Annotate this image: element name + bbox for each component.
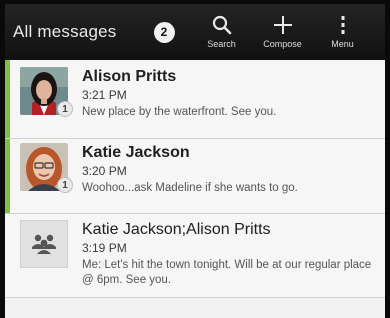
- message-time: 3:19 PM: [82, 241, 127, 255]
- compose-button[interactable]: Compose: [251, 15, 315, 50]
- message-count-badge: 1: [57, 101, 73, 117]
- message-snippet: Woohoo...ask Madeline if she wants to go…: [82, 182, 298, 194]
- contact-name: Alison Pritts: [82, 68, 177, 85]
- menu-button[interactable]: Menu: [321, 15, 365, 50]
- overflow-menu-icon: [341, 15, 344, 34]
- search-label: Search: [207, 38, 236, 49]
- message-snippet: Me: Let's hit the town tonight. Will be …: [82, 259, 372, 286]
- search-icon: [212, 15, 231, 34]
- messages-screen: All messages 2 Search Compose Menu 1 Ali…: [0, 0, 390, 318]
- avatar[interactable]: [20, 220, 68, 268]
- search-button[interactable]: Search: [197, 15, 247, 50]
- contact-name: Katie Jackson;Alison Pritts: [82, 221, 271, 238]
- plus-icon: [273, 15, 292, 34]
- contact-name: Katie Jackson: [82, 144, 190, 161]
- screen-title[interactable]: All messages: [13, 22, 117, 42]
- unread-indicator: [5, 139, 10, 213]
- message-list: 1 Alison Pritts 3:21 PM New place by the…: [5, 60, 385, 298]
- message-count-badge: 1: [57, 177, 73, 193]
- unread-indicator: [5, 60, 10, 138]
- message-time: 3:21 PM: [82, 88, 127, 102]
- list-item[interactable]: Katie Jackson;Alison Pritts 3:19 PM Me: …: [5, 214, 385, 298]
- message-snippet: New place by the waterfront. See you.: [82, 106, 277, 118]
- list-item[interactable]: 1 Katie Jackson 3:20 PM Woohoo...ask Mad…: [5, 139, 385, 214]
- menu-label: Menu: [331, 38, 354, 49]
- message-time: 3:20 PM: [82, 164, 127, 178]
- unread-count-badge: 2: [153, 21, 175, 43]
- group-icon: [32, 234, 56, 254]
- compose-label: Compose: [263, 38, 302, 49]
- list-item[interactable]: 1 Alison Pritts 3:21 PM New place by the…: [5, 60, 385, 139]
- action-bar: All messages 2 Search Compose Menu: [5, 4, 385, 60]
